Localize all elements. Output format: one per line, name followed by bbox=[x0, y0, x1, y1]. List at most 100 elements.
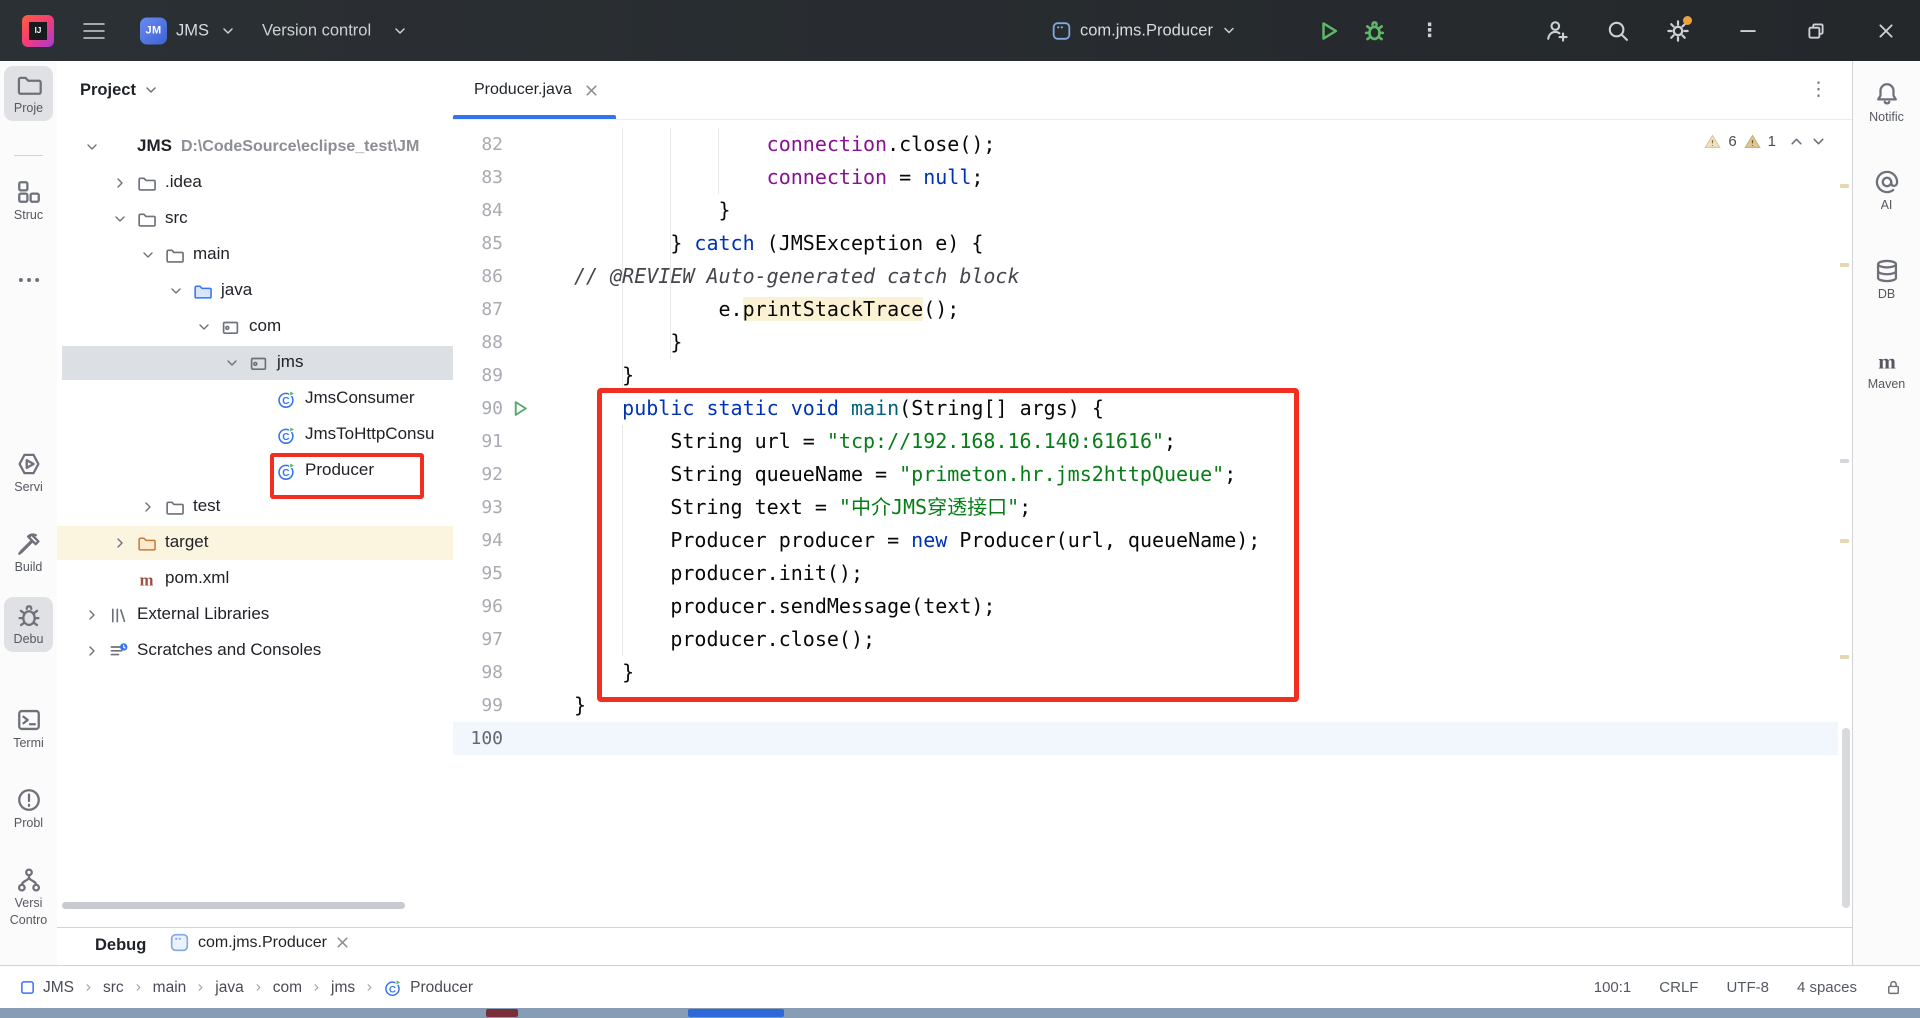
analysis-stripe-mark[interactable] bbox=[1840, 184, 1849, 188]
breadcrumb-main[interactable]: main bbox=[153, 979, 187, 997]
search-everywhere-icon[interactable] bbox=[1606, 19, 1630, 43]
project-chevron-down-icon[interactable] bbox=[221, 26, 235, 36]
stripe-item-terminal[interactable]: Termi bbox=[4, 701, 53, 756]
run-class-icon bbox=[170, 933, 189, 952]
stripe-item-more[interactable] bbox=[4, 261, 53, 299]
stripe-item-services[interactable]: Servi bbox=[4, 445, 53, 500]
next-problem-chevron-down-icon[interactable] bbox=[1811, 136, 1826, 147]
chevron-down-icon[interactable] bbox=[168, 283, 184, 299]
prev-problem-chevron-up-icon[interactable] bbox=[1789, 136, 1804, 147]
tree-item-pom-xml[interactable]: mpom.xml bbox=[57, 561, 453, 597]
breadcrumb-src[interactable]: src bbox=[103, 979, 124, 997]
chevron-right-icon[interactable] bbox=[140, 499, 156, 515]
code-with-me-icon[interactable] bbox=[1544, 19, 1568, 43]
chevron-right-icon[interactable] bbox=[84, 607, 100, 623]
tree-item-test[interactable]: test bbox=[57, 489, 453, 525]
chevron-down-icon[interactable] bbox=[84, 139, 100, 155]
stripe-item-database[interactable]: DB bbox=[1862, 252, 1911, 307]
project-name-widget[interactable]: JMS bbox=[176, 21, 209, 40]
breadcrumb-producer[interactable]: CProducer bbox=[384, 979, 473, 997]
project-panel-header[interactable]: Project bbox=[57, 61, 453, 119]
debug-tab-close-icon[interactable] bbox=[336, 936, 349, 949]
stripe-item-structure[interactable]: Struc bbox=[4, 173, 53, 228]
caret-position-widget[interactable]: 100:1 bbox=[1594, 979, 1632, 996]
breadcrumb-separator-icon bbox=[83, 982, 94, 993]
indent-widget[interactable]: 4 spaces bbox=[1797, 979, 1857, 996]
tree-item-producer[interactable]: CProducer bbox=[57, 453, 453, 489]
tree-item-jmsconsumer[interactable]: CJmsConsumer bbox=[57, 381, 453, 417]
analysis-stripe-mark[interactable] bbox=[1840, 539, 1849, 543]
tree-item-jmstohttpconsu[interactable]: CJmsToHttpConsu bbox=[57, 417, 453, 453]
tree-item--idea[interactable]: .idea bbox=[57, 165, 453, 201]
run-main-gutter-icon[interactable] bbox=[512, 400, 529, 417]
code-text: producer.close(); bbox=[574, 623, 875, 656]
analysis-stripe-mark[interactable] bbox=[1840, 655, 1849, 659]
vcs-widget[interactable]: Version control bbox=[262, 21, 371, 40]
stripe-item-problems[interactable]: Probl bbox=[4, 781, 53, 836]
tree-item-label: jms bbox=[277, 352, 303, 372]
line-number: 90 bbox=[457, 392, 503, 425]
settings-badge bbox=[1683, 16, 1692, 25]
chevron-down-icon[interactable] bbox=[140, 247, 156, 263]
tree-item-java[interactable]: java bbox=[57, 273, 453, 309]
chevron-down-icon[interactable] bbox=[196, 319, 212, 335]
analysis-stripe-mark[interactable] bbox=[1840, 263, 1849, 267]
window-restore-button[interactable] bbox=[1806, 21, 1826, 41]
stripe-item-build[interactable]: Build bbox=[4, 525, 53, 580]
tree-item-src[interactable]: src bbox=[57, 201, 453, 237]
weak-warning-icon bbox=[1704, 133, 1721, 150]
editor-tab-producer-java[interactable]: Producer.java bbox=[453, 61, 616, 119]
breadcrumb-java[interactable]: java bbox=[215, 979, 243, 997]
project-avatar[interactable]: JM bbox=[140, 17, 167, 44]
chevron-down-icon[interactable] bbox=[112, 211, 128, 227]
project-horizontal-scrollbar[interactable] bbox=[62, 902, 405, 909]
breadcrumb-com[interactable]: com bbox=[273, 979, 302, 997]
debug-tab-label: com.jms.Producer bbox=[198, 934, 327, 952]
analysis-stripe-mark[interactable] bbox=[1840, 459, 1849, 463]
stripe-item-ai-assistant[interactable]: AI bbox=[1862, 163, 1911, 218]
debug-session-tab[interactable]: com.jms.Producer bbox=[170, 933, 349, 952]
warning-count: 1 bbox=[1768, 133, 1776, 150]
database-icon bbox=[1874, 258, 1900, 284]
tree-item-label: java bbox=[221, 280, 252, 300]
breadcrumb-jms[interactable]: jms bbox=[331, 979, 355, 997]
line-ending-widget[interactable]: CRLF bbox=[1659, 979, 1698, 996]
debug-button[interactable] bbox=[1363, 19, 1386, 42]
code-editor[interactable]: 82 connection.close();83 connection = nu… bbox=[453, 119, 1852, 927]
run-button[interactable] bbox=[1318, 20, 1340, 42]
inspections-widget[interactable]: 6 1 bbox=[1704, 133, 1826, 150]
libraries-icon bbox=[109, 606, 128, 625]
chevron-right-icon[interactable] bbox=[112, 535, 128, 551]
tree-item-jms[interactable]: JMSD:\CodeSource\eclipse_test\JM bbox=[57, 129, 453, 165]
hamburger-menu-icon[interactable] bbox=[83, 22, 105, 40]
project-view-chevron-down-icon[interactable] bbox=[144, 85, 158, 95]
tree-item-external-libraries[interactable]: External Libraries bbox=[57, 597, 453, 633]
run-configuration-selector[interactable]: com.jms.Producer bbox=[1052, 21, 1236, 40]
editor-vertical-scrollbar[interactable] bbox=[1842, 728, 1850, 908]
stripe-item-debug[interactable]: Debu bbox=[4, 597, 53, 652]
tab-close-icon[interactable] bbox=[585, 84, 598, 97]
window-close-button[interactable] bbox=[1876, 21, 1896, 41]
more-actions-icon[interactable]: ⋮ bbox=[1420, 19, 1439, 42]
stripe-divider bbox=[14, 155, 43, 156]
window-minimize-button[interactable] bbox=[1738, 21, 1758, 41]
chevron-right-icon[interactable] bbox=[84, 643, 100, 659]
vcs-chevron-down-icon[interactable] bbox=[393, 26, 407, 36]
tree-item-main[interactable]: main bbox=[57, 237, 453, 273]
tree-item-scratches-and-consoles[interactable]: Scratches and Consoles bbox=[57, 633, 453, 669]
chevron-right-icon[interactable] bbox=[112, 175, 128, 191]
breadcrumb-jms[interactable]: JMS bbox=[20, 979, 74, 997]
tab-options-icon[interactable]: ⋮ bbox=[1809, 78, 1828, 102]
tree-item-jms[interactable]: jms bbox=[57, 345, 453, 381]
write-access-lock-icon[interactable] bbox=[1885, 979, 1902, 996]
tree-item-label: pom.xml bbox=[165, 568, 229, 588]
stripe-item-notifications[interactable]: Notific bbox=[1862, 75, 1911, 130]
stripe-item-maven[interactable]: mMaven bbox=[1862, 342, 1911, 397]
tree-item-com[interactable]: com bbox=[57, 309, 453, 345]
chevron-down-icon[interactable] bbox=[224, 355, 240, 371]
stripe-item-version-control[interactable]: VersiContro bbox=[4, 861, 53, 933]
stripe-item-project[interactable]: Proje bbox=[4, 66, 53, 121]
settings-gear-icon[interactable] bbox=[1666, 19, 1690, 43]
tree-item-target[interactable]: target bbox=[57, 525, 453, 561]
encoding-widget[interactable]: UTF-8 bbox=[1726, 979, 1769, 996]
